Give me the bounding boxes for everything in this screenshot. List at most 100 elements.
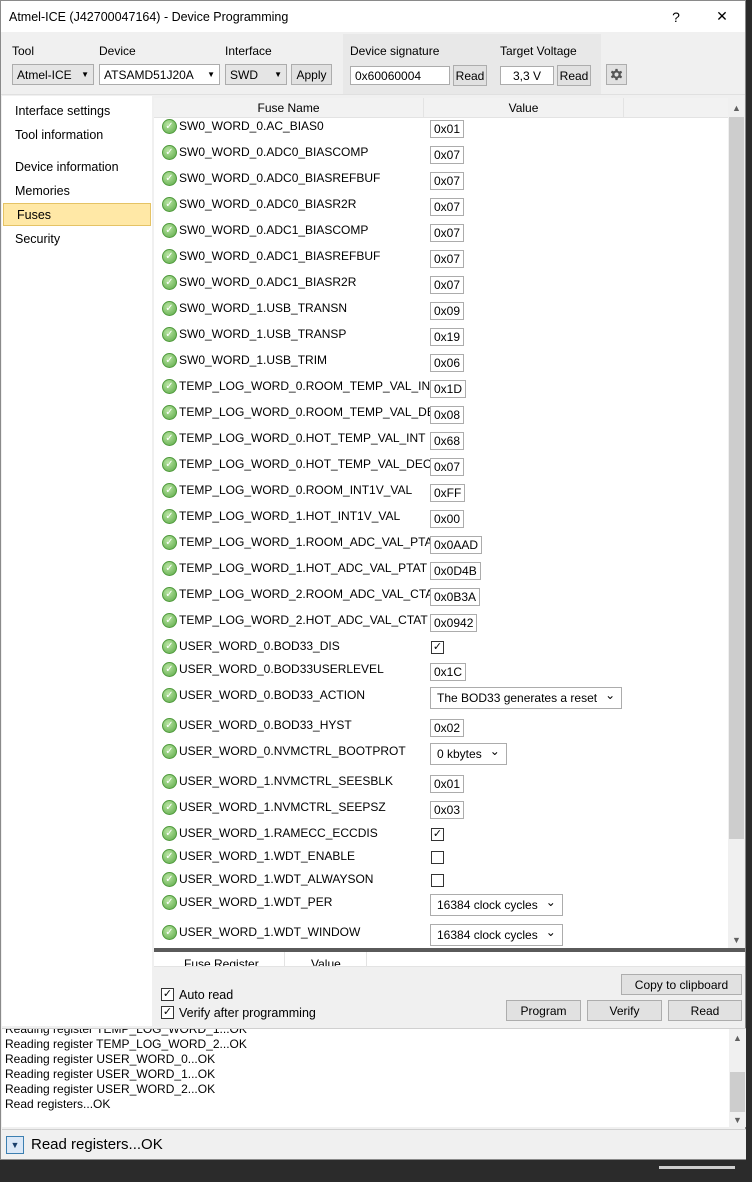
fuse-row: ✓ USER_WORD_1.WDT_PER 16384 clock cycles ⌄ xyxy=(154,892,724,918)
log-line: Reading register USER_WORD_0...OK xyxy=(5,1052,216,1066)
verify-button[interactable]: Verify xyxy=(587,1000,662,1021)
fuse-row: ✓ TEMP_LOG_WORD_0.ROOM_INT1V_VAL 0xFF xyxy=(154,480,724,506)
close-button[interactable]: ✕ xyxy=(699,1,745,32)
scroll-up-icon[interactable]: ▲ xyxy=(729,1029,746,1046)
fuse-value-field[interactable]: 0x02 xyxy=(430,719,465,737)
log-scrollbar[interactable]: ▲ ▼ xyxy=(729,1029,746,1127)
check-circle-icon: ✓ xyxy=(162,718,177,733)
fuse-value-field[interactable]: 0x03 xyxy=(430,801,465,819)
status-bar: ▼ Read registers...OK xyxy=(2,1129,746,1159)
fuse-value-field[interactable]: 0x19 xyxy=(430,328,465,346)
signature-read-button[interactable]: Read xyxy=(453,65,487,86)
scroll-down-icon[interactable]: ▼ xyxy=(728,931,745,948)
check-circle-icon: ✓ xyxy=(162,119,177,134)
fuse-value-field[interactable]: 0x07 xyxy=(430,276,465,294)
fuse-value-field[interactable]: 0x07 xyxy=(430,224,465,242)
fuse-checkbox[interactable] xyxy=(431,851,444,864)
fuse-value-field[interactable]: 0xFF xyxy=(430,484,466,502)
fuse-checkbox[interactable]: ✓ xyxy=(431,828,444,841)
copy-to-clipboard-button[interactable]: Copy to clipboard xyxy=(621,974,742,995)
fuse-value-field[interactable]: 0x1D xyxy=(430,380,467,398)
fuse-row: ✓ SW0_WORD_0.ADC0_BIASREFBUF 0x07 xyxy=(154,168,724,194)
fuse-name: TEMP_LOG_WORD_0.HOT_TEMP_VAL_DEC xyxy=(179,457,432,471)
fuse-value-field[interactable]: 0x07 xyxy=(430,198,465,216)
interface-select[interactable]: SWD ▼ xyxy=(225,64,287,85)
scroll-down-icon[interactable]: ▼ xyxy=(729,1111,746,1127)
fuse-value-field[interactable]: 0x0AAD xyxy=(430,536,483,554)
fuse-value-field[interactable]: 0x07 xyxy=(430,458,465,476)
sidebar-item-fuses[interactable]: Fuses xyxy=(3,203,151,226)
register-value-header[interactable]: Value xyxy=(284,952,366,966)
fuse-select[interactable]: 16384 clock cycles ⌄ xyxy=(430,924,563,946)
signature-field[interactable]: 0x60060004 xyxy=(350,66,450,85)
fuse-select[interactable]: 0 kbytes ⌄ xyxy=(430,743,507,765)
scrollbar-thumb[interactable] xyxy=(730,1072,745,1112)
apply-button[interactable]: Apply xyxy=(291,64,332,85)
fuse-checkbox[interactable]: ✓ xyxy=(431,641,444,654)
fuse-name: USER_WORD_0.BOD33_DIS xyxy=(179,639,340,653)
fuse-name-header[interactable]: Fuse Name xyxy=(154,101,423,115)
fuse-row: ✓ USER_WORD_1.WDT_WINDOW 16384 clock cycle… xyxy=(154,922,724,948)
fuse-value-field[interactable]: 0x06 xyxy=(430,354,465,372)
fuse-name: SW0_WORD_0.ADC0_BIASR2R xyxy=(179,197,357,211)
sidebar-item-interface-settings[interactable]: Interface settings xyxy=(2,99,150,122)
fuse-select[interactable]: 16384 clock cycles ⌄ xyxy=(430,894,563,916)
fuse-row: ✓ USER_WORD_0.BOD33_HYST 0x02 xyxy=(154,715,724,741)
fuse-register-header[interactable]: Fuse Register xyxy=(184,957,259,966)
settings-button[interactable] xyxy=(606,64,627,85)
expand-log-button[interactable]: ▼ xyxy=(6,1136,24,1154)
voltage-read-button[interactable]: Read xyxy=(557,65,591,86)
chevron-down-icon: ▼ xyxy=(10,1140,20,1150)
chevron-down-icon: ▼ xyxy=(81,70,89,79)
status-text: Read registers...OK xyxy=(31,1136,163,1153)
device-select[interactable]: ATSAMD51J20A ▼ xyxy=(99,64,220,85)
check-circle-icon: ✓ xyxy=(162,509,177,524)
voltage-field[interactable]: 3,3 V xyxy=(500,66,554,85)
sidebar-item-security[interactable]: Security xyxy=(2,227,150,250)
verify-after-programming-checkbox[interactable]: ✓ xyxy=(161,1006,174,1019)
fuse-name: SW0_WORD_0.ADC0_BIASCOMP xyxy=(179,145,369,159)
fuse-name: SW0_WORD_0.ADC1_BIASR2R xyxy=(179,275,357,289)
fuse-value-field[interactable]: 0x07 xyxy=(430,146,465,164)
check-circle-icon: ✓ xyxy=(162,483,177,498)
fuse-table-scrollbar[interactable]: ▲ ▼ xyxy=(728,98,745,948)
fuse-value-header[interactable]: Value xyxy=(423,98,623,118)
interface-label: Interface xyxy=(225,44,272,58)
check-circle-icon: ✓ xyxy=(162,535,177,550)
scroll-up-icon[interactable]: ▲ xyxy=(728,99,745,116)
auto-read-checkbox[interactable]: ✓ xyxy=(161,988,174,1001)
sidebar-item-tool-information[interactable]: Tool information xyxy=(2,123,150,146)
scrollbar-thumb[interactable] xyxy=(729,117,744,839)
fuse-value-field[interactable]: 0x0942 xyxy=(430,614,478,632)
fuse-value-field[interactable]: 0x07 xyxy=(430,172,465,190)
sidebar-item-memories[interactable]: Memories xyxy=(2,179,150,202)
fuse-name: SW0_WORD_1.USB_TRIM xyxy=(179,353,328,367)
program-button[interactable]: Program xyxy=(506,1000,581,1021)
fuse-value-field[interactable]: 0x07 xyxy=(430,250,465,268)
help-button[interactable]: ? xyxy=(653,1,699,32)
fuse-name: TEMP_LOG_WORD_2.ROOM_ADC_VAL_CTAT xyxy=(179,587,440,601)
check-circle-icon: ✓ xyxy=(162,800,177,815)
fuse-value-field[interactable]: 0x00 xyxy=(430,510,465,528)
fuse-value-field[interactable]: 0x08 xyxy=(430,406,465,424)
fuse-value-field[interactable]: 0x0B3A xyxy=(430,588,481,606)
log-line: Read registers...OK xyxy=(5,1097,111,1111)
fuse-value-field[interactable]: 0x01 xyxy=(430,775,465,793)
signature-label: Device signature xyxy=(350,44,440,58)
fuse-value-field[interactable]: 0x0D4B xyxy=(430,562,481,580)
read-button[interactable]: Read xyxy=(668,1000,742,1021)
tool-select[interactable]: Atmel-ICE ▼ xyxy=(12,64,94,85)
chevron-down-icon: ⌄ xyxy=(605,688,616,702)
fuse-select[interactable]: The BOD33 generates a reset ⌄ xyxy=(430,687,623,709)
fuse-row: ✓ TEMP_LOG_WORD_0.ROOM_TEMP_VAL_INT 0x1D xyxy=(154,376,724,402)
fuse-value-field[interactable]: 0x09 xyxy=(430,302,465,320)
fuse-value-field[interactable]: 0x1C xyxy=(430,663,467,681)
fuse-value-field[interactable]: 0x68 xyxy=(430,432,465,450)
fuse-value-field[interactable]: 0x01 xyxy=(430,120,465,138)
fuse-checkbox[interactable] xyxy=(431,874,444,887)
fuse-name: USER_WORD_0.NVMCTRL_BOOTPROT xyxy=(179,744,406,758)
fuse-name: USER_WORD_1.WDT_WINDOW xyxy=(179,925,361,939)
check-circle-icon: ✓ xyxy=(162,561,177,576)
sidebar-item-device-information[interactable]: Device information xyxy=(2,155,150,178)
fuse-name: USER_WORD_1.RAMECC_ECCDIS xyxy=(179,826,378,840)
